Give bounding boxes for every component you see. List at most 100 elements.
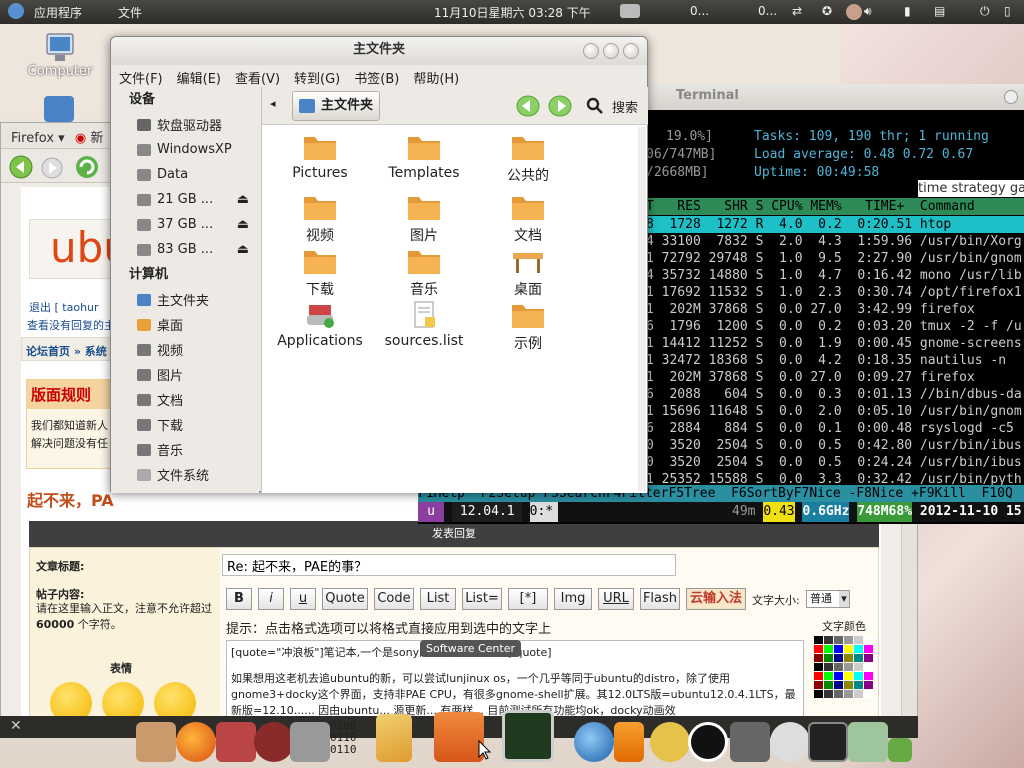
software-center-icon[interactable] [434, 712, 484, 762]
accessibility-icon[interactable]: ✪ [822, 4, 832, 18]
file-menu[interactable]: 文件 [118, 4, 142, 21]
device-83gb[interactable]: 83 GB ... ⏏ [111, 237, 259, 262]
device-37gb[interactable]: 37 GB ... ⏏ [111, 212, 259, 237]
color-swatch[interactable] [844, 645, 853, 653]
color-swatch[interactable] [824, 681, 833, 689]
color-swatch[interactable] [834, 654, 843, 662]
htop-process-row[interactable]: 1 17692 11532 S 1.0 2.3 0:30.74 /opt/fir… [646, 284, 1024, 301]
color-swatch[interactable] [864, 672, 873, 680]
color-swatch[interactable] [854, 663, 863, 671]
color-swatch[interactable] [824, 690, 833, 698]
place-documents[interactable]: 文档 [111, 387, 259, 412]
device-21gb[interactable]: 21 GB ... ⏏ [111, 187, 259, 212]
color-swatch[interactable] [854, 654, 863, 662]
back-icon[interactable] [9, 155, 33, 179]
bold-button[interactable]: B [226, 588, 252, 610]
path-left-arrow-icon[interactable]: ◂ [270, 97, 276, 110]
color-swatch[interactable] [844, 681, 853, 689]
file-item[interactable]: 桌面 [476, 247, 580, 299]
color-palette[interactable] [814, 636, 874, 700]
cloud-ime-button[interactable]: 云输入法 [686, 588, 746, 610]
color-swatch[interactable] [864, 681, 873, 689]
fm-scrollbar[interactable] [638, 127, 646, 491]
file-item[interactable]: 视频 [268, 193, 372, 245]
underline-button[interactable]: u [290, 588, 316, 610]
file-item[interactable]: 图片 [372, 193, 476, 245]
menu-help[interactable]: 帮助(H) [413, 68, 459, 87]
eject-icon[interactable]: ⏏ [237, 217, 249, 232]
search-icon[interactable] [586, 97, 604, 115]
color-swatch[interactable] [834, 636, 843, 644]
color-swatch[interactable] [864, 690, 873, 698]
url-button[interactable]: URL [598, 588, 634, 610]
device-tray-icon[interactable] [620, 4, 640, 18]
subject-input[interactable] [222, 554, 676, 576]
htop-process-row[interactable]: 1 15696 11648 S 0.0 2.0 0:05.10 /usr/bin… [646, 403, 1024, 420]
file-item[interactable]: 下载 [268, 247, 372, 299]
list-item-button[interactable]: [*] [508, 588, 548, 610]
xbmc-icon[interactable] [888, 738, 912, 762]
htop-process-row[interactable]: 1 202M 37868 S 0.0 27.0 0:09.27 firefox [646, 369, 1024, 386]
color-swatch[interactable] [824, 636, 833, 644]
gimp-icon[interactable] [254, 722, 294, 762]
menu-bookmarks[interactable]: 书签(B) [354, 68, 399, 87]
camera-icon[interactable] [730, 722, 770, 762]
color-swatch[interactable] [854, 636, 863, 644]
gnome-foot-icon[interactable] [8, 3, 24, 19]
color-swatch[interactable] [834, 690, 843, 698]
place-music[interactable]: 音乐 [111, 437, 259, 462]
unread-link[interactable]: 查看没有回复的主 [27, 317, 115, 333]
logout-link[interactable]: 退出 [ taohur [29, 299, 99, 315]
applications-menu[interactable]: 应用程序 [34, 4, 82, 21]
color-swatch[interactable] [854, 681, 863, 689]
place-downloads[interactable]: 下载 [111, 412, 259, 437]
volume-icon[interactable]: 🔊︎ [864, 4, 872, 19]
htop-process-row[interactable]: 0 3520 2504 S 0.0 0.5 0:42.80 /usr/bin/i… [646, 437, 1024, 454]
file-item[interactable]: sources.list [372, 301, 476, 349]
color-swatch[interactable] [844, 654, 853, 662]
reload-icon[interactable] [75, 155, 99, 179]
color-swatch[interactable] [824, 645, 833, 653]
color-swatch[interactable] [834, 672, 843, 680]
trash-icon[interactable] [848, 722, 888, 762]
htop-process-row[interactable]: 4 33100 7832 S 2.0 4.3 1:59.96 /usr/bin/… [646, 233, 1024, 250]
htop-process-row[interactable]: 1 32472 18368 S 0.0 4.2 0:18.35 nautilus… [646, 352, 1024, 369]
close-icon[interactable] [623, 43, 639, 59]
terminal-icon[interactable] [808, 722, 848, 762]
color-swatch[interactable] [844, 690, 853, 698]
color-swatch[interactable] [844, 663, 853, 671]
htop-process-row[interactable]: 0 3520 2504 S 0.0 0.5 0:24.24 /usr/bin/i… [646, 454, 1024, 471]
globe-icon[interactable] [574, 722, 614, 762]
color-swatch[interactable] [844, 672, 853, 680]
menu-edit[interactable]: 编辑(E) [177, 68, 221, 87]
clock[interactable]: 11月10日星期六 03:28 下午 [434, 4, 591, 21]
power-icon[interactable]: ⏻ [980, 4, 990, 19]
color-swatch[interactable] [814, 654, 823, 662]
pidgin-icon[interactable] [770, 722, 810, 762]
firefox-icon[interactable] [176, 722, 216, 762]
firefox-tab[interactable]: 新 [90, 131, 103, 146]
file-item[interactable]: 音乐 [372, 247, 476, 299]
color-swatch[interactable] [814, 645, 823, 653]
forward-icon[interactable] [41, 157, 63, 179]
color-swatch[interactable] [854, 672, 863, 680]
color-swatch[interactable] [814, 681, 823, 689]
list-button[interactable]: List [420, 588, 456, 610]
place-desktop[interactable]: 桌面 [111, 312, 259, 337]
color-swatch[interactable] [844, 636, 853, 644]
home-desktop-icon[interactable] [44, 96, 74, 122]
file-item[interactable]: 示例 [476, 301, 580, 353]
device-windowsxp[interactable]: WindowsXP [111, 137, 259, 162]
network-icon[interactable]: ⇄ [792, 4, 802, 18]
color-swatch[interactable] [854, 690, 863, 698]
indicator-a[interactable]: 0... [690, 4, 709, 18]
color-swatch[interactable] [814, 690, 823, 698]
color-swatch[interactable] [864, 645, 873, 653]
package-icon[interactable] [216, 722, 256, 762]
device-floppy[interactable]: 软盘驱动器 [111, 112, 259, 137]
color-swatch[interactable] [834, 681, 843, 689]
flash-button[interactable]: Flash [640, 588, 680, 610]
settings-icon[interactable]: ▯ [1004, 4, 1011, 18]
computer-desktop-icon[interactable]: Computer [22, 32, 98, 79]
file-item[interactable]: Applications [268, 301, 372, 349]
